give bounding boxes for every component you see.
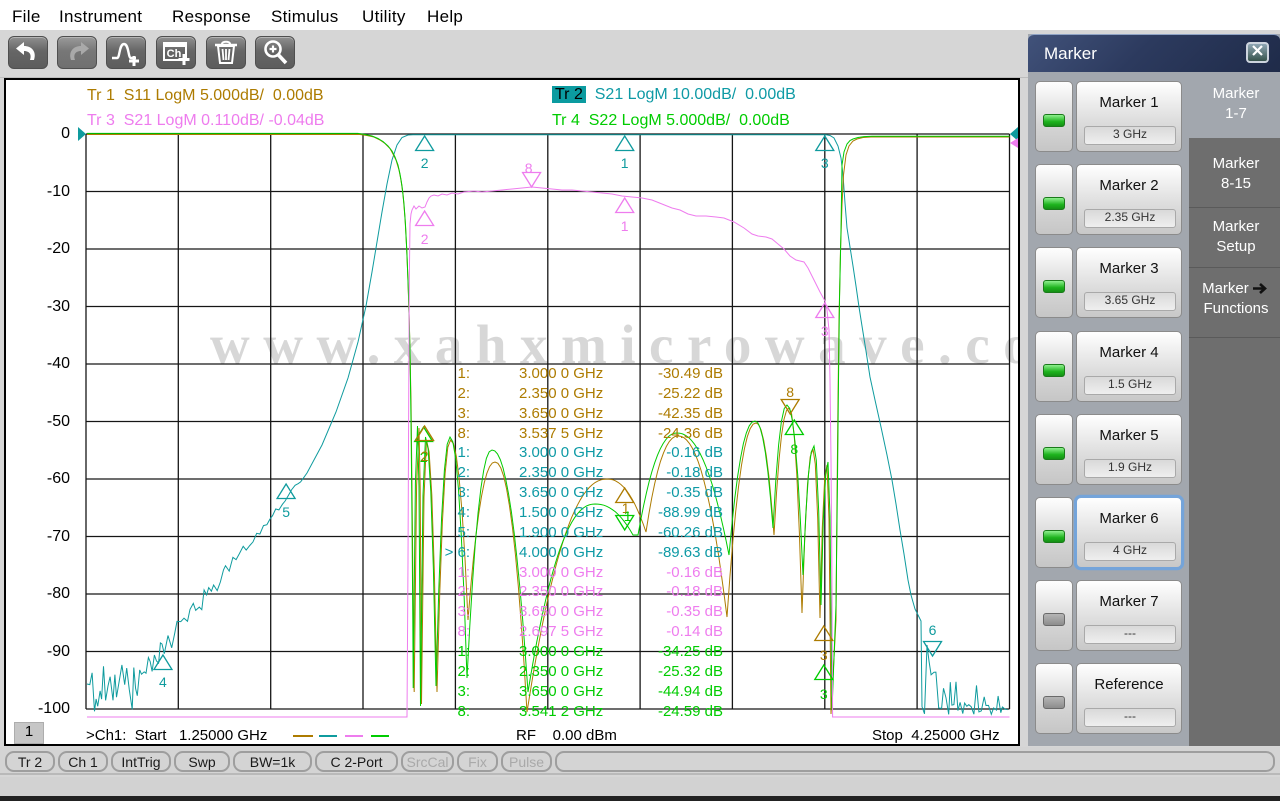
svg-text:1: 1 [621, 155, 629, 171]
svg-text:2: 2 [421, 231, 429, 247]
svg-text:8: 8 [525, 160, 533, 176]
svg-text:3: 3 [821, 323, 829, 339]
svg-text:3: 3 [821, 155, 829, 171]
svg-text:2: 2 [421, 155, 429, 171]
svg-text:1: 1 [621, 218, 629, 234]
